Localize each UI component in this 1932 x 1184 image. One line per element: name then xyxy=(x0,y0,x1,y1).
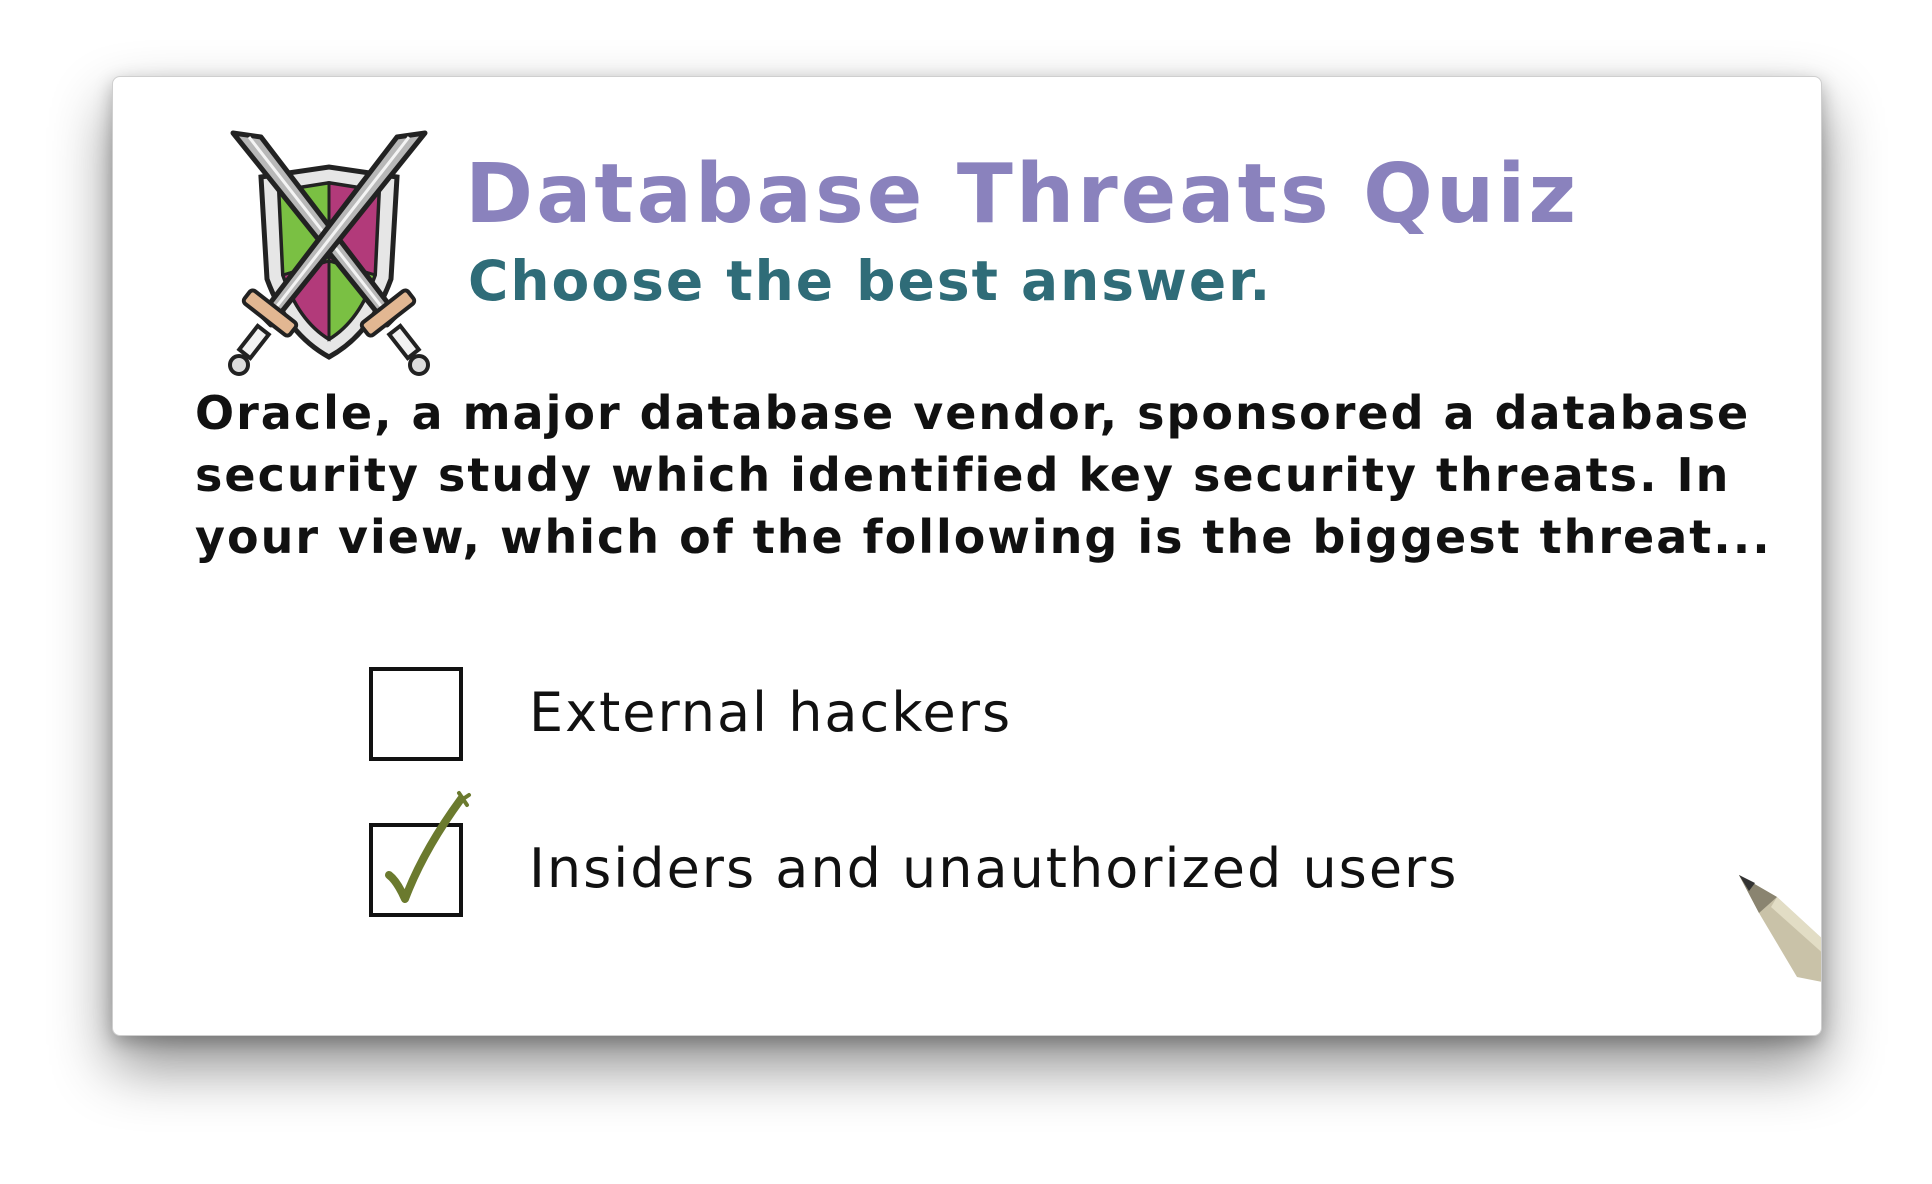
answer-checkbox-unchecked[interactable] xyxy=(369,667,463,761)
question-line: Oracle, a major database vendor, sponsor… xyxy=(195,386,1751,440)
checkmark-icon xyxy=(385,791,471,903)
answer-label: Insiders and unauthorized users xyxy=(529,837,1459,900)
pen-tip-icon xyxy=(1739,875,1821,982)
answer-option-insiders[interactable]: Insiders and unauthorized users xyxy=(369,791,1469,923)
question-line: your view, which of the following is the… xyxy=(195,510,1772,564)
answer-option-external-hackers[interactable]: External hackers xyxy=(369,667,1469,767)
question-text: Oracle, a major database vendor, sponsor… xyxy=(195,382,1772,568)
crossed-swords-shield-icon xyxy=(228,130,430,376)
quiz-slide: Database Threats Quiz Choose the best an… xyxy=(112,76,1822,1036)
quiz-subtitle: Choose the best answer. xyxy=(468,249,1273,313)
question-line: security study which identified key secu… xyxy=(195,448,1731,502)
answer-checkbox-checked[interactable] xyxy=(369,791,471,917)
answer-label: External hackers xyxy=(529,681,1013,744)
quiz-title: Database Threats Quiz xyxy=(465,147,1580,242)
